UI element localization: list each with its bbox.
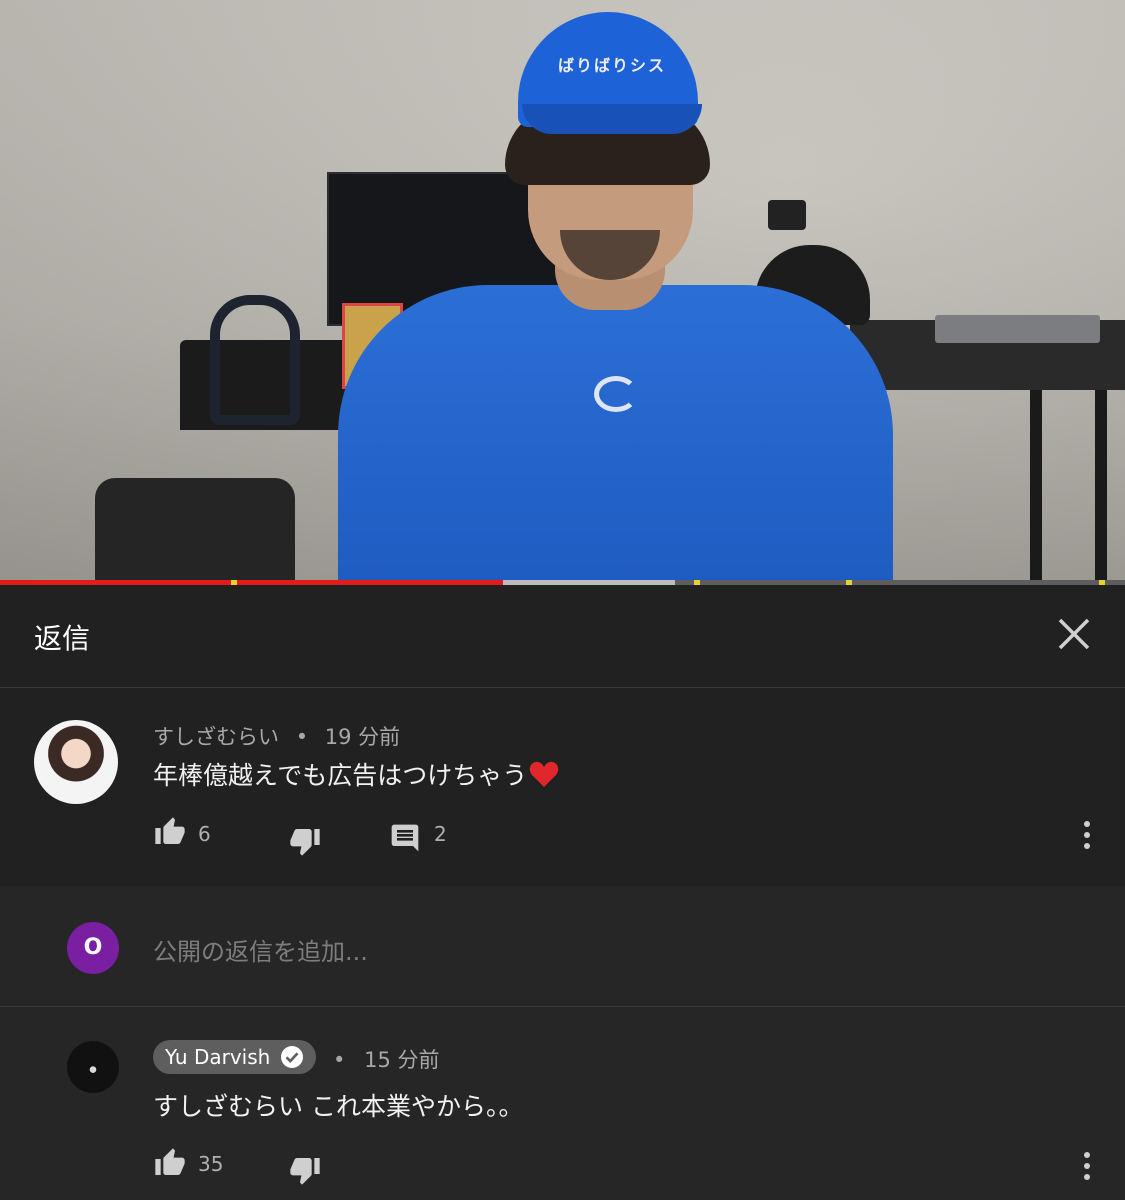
reply-input[interactable]: 公開の返信を追加... bbox=[153, 932, 368, 967]
reply-meta: • 15 分前 bbox=[333, 1044, 439, 1074]
meta-separator: • bbox=[295, 725, 309, 749]
shirt-logo bbox=[594, 376, 638, 412]
video-person-cap-brim bbox=[522, 104, 702, 134]
more-vert-icon[interactable] bbox=[1082, 821, 1092, 857]
video-pc-case bbox=[95, 478, 295, 580]
reply-comment: Yu Darvish • 15 分前 すしざむらい これ本業やから。。 35 bbox=[0, 1007, 1125, 1200]
comment-meta: すしざむらい • 19 分前 bbox=[153, 721, 400, 751]
more-vert-icon[interactable] bbox=[1082, 1152, 1092, 1188]
like-count: 6 bbox=[198, 822, 211, 846]
author-chip[interactable]: Yu Darvish bbox=[153, 1040, 317, 1074]
comment-author[interactable]: すしざむらい bbox=[153, 725, 279, 749]
avatar[interactable] bbox=[34, 720, 118, 804]
video-player[interactable]: ばりばりシス bbox=[0, 0, 1125, 580]
comment-time: 19 分前 bbox=[324, 725, 401, 749]
like-icon[interactable] bbox=[153, 1147, 187, 1179]
avatar[interactable] bbox=[67, 1041, 119, 1093]
heart-icon bbox=[530, 761, 559, 787]
cap-logo-text: ばりばりシス bbox=[557, 56, 666, 75]
video-desk-leg bbox=[1030, 390, 1042, 580]
like-count: 35 bbox=[198, 1152, 224, 1176]
video-camera bbox=[768, 200, 806, 230]
like-icon[interactable] bbox=[153, 816, 187, 848]
video-laptop bbox=[935, 315, 1100, 343]
reply-time: 15 分前 bbox=[364, 1048, 440, 1072]
user-avatar[interactable]: O bbox=[67, 922, 119, 974]
dislike-icon[interactable] bbox=[288, 1154, 322, 1186]
verified-icon bbox=[281, 1046, 304, 1068]
dislike-icon[interactable] bbox=[288, 825, 322, 857]
replies-header: 返信 bbox=[0, 585, 1125, 688]
reply-icon[interactable] bbox=[389, 822, 421, 854]
meta-separator: • bbox=[333, 1048, 346, 1072]
reply-input-row: O 公開の返信を追加... bbox=[0, 886, 1125, 1007]
reply-text: すしざむらい これ本業やから。。 bbox=[153, 1092, 524, 1121]
reply-author: Yu Darvish bbox=[165, 1045, 271, 1069]
close-icon[interactable] bbox=[1052, 612, 1096, 656]
comment-text: 年棒億越えでも広告はつけちゃう bbox=[153, 756, 559, 792]
video-person-shirt bbox=[338, 285, 893, 580]
panel-title: 返信 bbox=[34, 622, 91, 655]
comment-body: 年棒億越えでも広告はつけちゃう bbox=[153, 761, 528, 790]
reply-count: 2 bbox=[434, 822, 447, 846]
comment: すしざむらい • 19 分前 年棒億越えでも広告はつけちゃう 6 2 bbox=[0, 688, 1125, 886]
video-headphones bbox=[210, 295, 300, 425]
video-desk-leg bbox=[1095, 390, 1107, 580]
